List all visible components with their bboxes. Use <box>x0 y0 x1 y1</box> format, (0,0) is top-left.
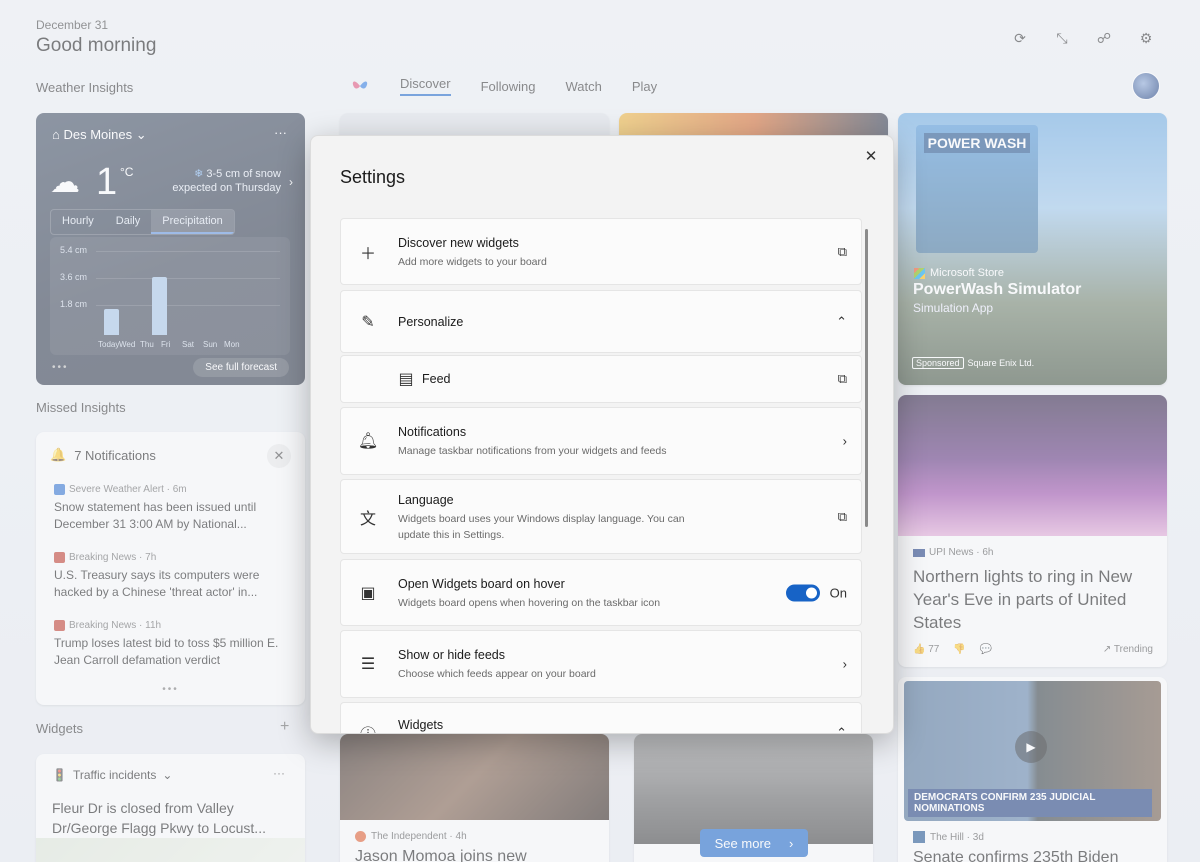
external-link-icon: ⧉ <box>837 508 847 524</box>
chevron-right-icon: › <box>842 433 847 449</box>
scrollbar[interactable] <box>865 229 868 527</box>
toggle-switch[interactable] <box>785 584 820 601</box>
setting-title: Discover new widgets <box>398 236 519 250</box>
plus-icon: ＋ <box>359 245 376 263</box>
setting-desc: Manage taskbar notifications from your w… <box>398 445 667 457</box>
setting-feed[interactable]: ▤ Feed ⧉ <box>340 355 862 403</box>
language-icon: 文 <box>359 510 376 528</box>
setting-show-hide-feeds[interactable]: ☰ Show or hide feeds Choose which feeds … <box>340 630 862 698</box>
setting-open-on-hover[interactable]: ▣ Open Widgets board on hover Widgets bo… <box>340 559 862 626</box>
setting-desc: Choose which feeds appear on your board <box>398 668 596 680</box>
setting-title: Open Widgets board on hover <box>398 577 565 591</box>
setting-title: Personalize <box>398 315 464 329</box>
chevron-right-icon: › <box>842 656 847 672</box>
setting-notifications[interactable]: 🔔︎ Notifications Manage taskbar notifica… <box>340 407 862 475</box>
setting-desc: Widgets board opens when hovering on the… <box>398 597 661 609</box>
external-link-icon: ⧉ <box>837 243 847 259</box>
setting-widgets[interactable]: ⓘ Widgets ⌃ <box>340 702 862 734</box>
feed-icon: ▤ <box>398 371 414 388</box>
close-icon[interactable]: ✕ <box>861 146 881 166</box>
setting-title: Show or hide feeds <box>398 648 506 662</box>
setting-title: Feed <box>422 372 451 386</box>
external-link-icon: ⧉ <box>837 371 847 386</box>
setting-title: Language <box>398 493 454 507</box>
hover-toggle[interactable]: On <box>785 584 847 601</box>
setting-desc: Widgets board uses your Windows display … <box>398 513 685 541</box>
board-icon: ▣ <box>360 584 376 602</box>
feeds-icon: ☰ <box>360 656 376 673</box>
setting-personalize[interactable]: ✎ Personalize ⌃ <box>340 290 862 353</box>
setting-title: Widgets <box>398 718 444 732</box>
toggle-label: On <box>829 585 847 600</box>
setting-title: Notifications <box>398 425 467 439</box>
info-icon: ⓘ <box>357 722 379 733</box>
bell-icon: 🔔︎ <box>357 433 379 450</box>
chevron-up-icon: ⌃ <box>836 725 847 734</box>
setting-language[interactable]: 文 Language Widgets board uses your Windo… <box>340 479 862 554</box>
pencil-icon: ✎ <box>361 313 375 331</box>
chevron-up-icon: ⌃ <box>836 313 847 329</box>
setting-discover-widgets[interactable]: ＋ Discover new widgets Add more widgets … <box>340 218 862 285</box>
settings-title: Settings <box>340 167 406 187</box>
setting-desc: Add more widgets to your board <box>398 256 547 268</box>
settings-dialog: ✕ Settings ＋ Discover new widgets Add mo… <box>310 135 894 734</box>
